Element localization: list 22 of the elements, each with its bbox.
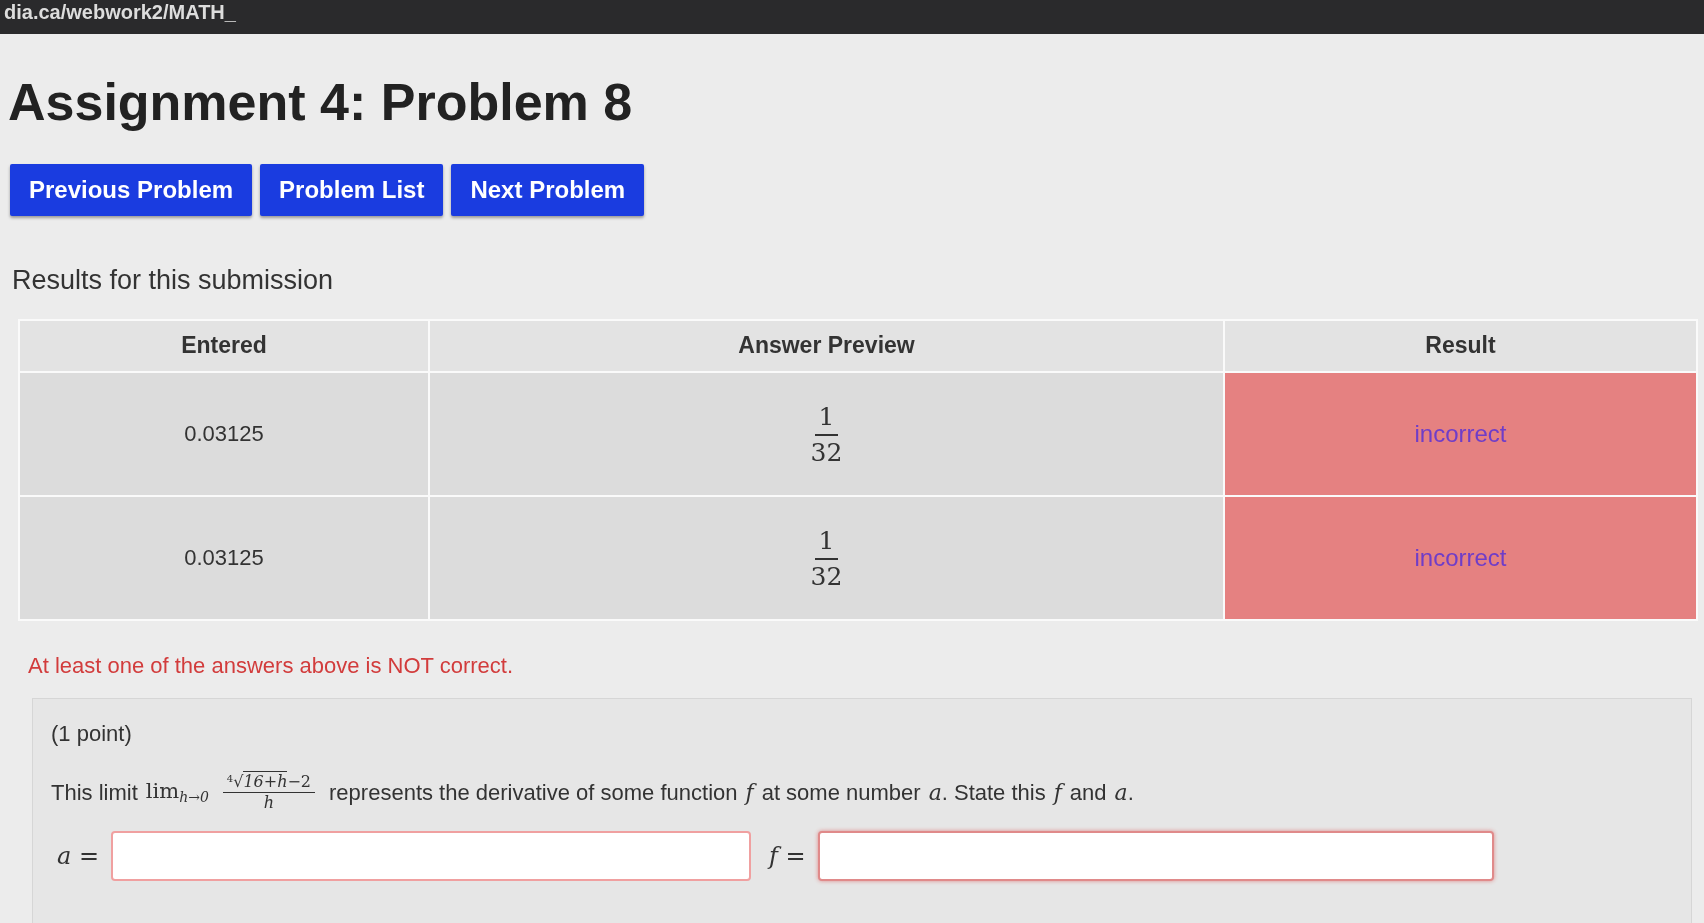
fraction: 1 32 <box>429 371 1224 496</box>
column-header: Answer Preview <box>429 319 1224 372</box>
error-message: At least one of the answers above is NOT correct. <box>28 651 515 680</box>
prompt-text: This limit lim$_{h→0}$ $^{4}$√16+h−2 h represents the derivative of some function f at some number a. State this f and a. <box>51 771 1135 813</box>
table-cell: 0.03125 <box>19 371 429 496</box>
table-cell: 0.03125 <box>19 495 429 620</box>
nav-button[interactable]: Previous Problem <box>10 164 253 216</box>
page-title: Assignment 4: Problem 8 <box>8 72 634 133</box>
answer-field[interactable] <box>817 830 1494 881</box>
column-header: Result <box>1224 319 1697 372</box>
nav-button[interactable]: Problem List <box>260 164 444 216</box>
fraction: 1 32 <box>429 495 1224 620</box>
points-label: (1 point) <box>51 719 133 748</box>
nav-button[interactable]: Next Problem <box>451 164 645 216</box>
field-label: f = <box>769 840 806 872</box>
address-bar[interactable]: dia.ca/webwork2/MATH_ <box>0 0 1704 34</box>
result-cell: incorrect <box>1224 371 1697 496</box>
results-heading: Results for this submission <box>12 264 335 297</box>
field-label: a = <box>57 840 100 872</box>
answer-field[interactable] <box>111 830 752 881</box>
column-header: Entered <box>19 319 429 372</box>
result-cell: incorrect <box>1224 495 1697 620</box>
